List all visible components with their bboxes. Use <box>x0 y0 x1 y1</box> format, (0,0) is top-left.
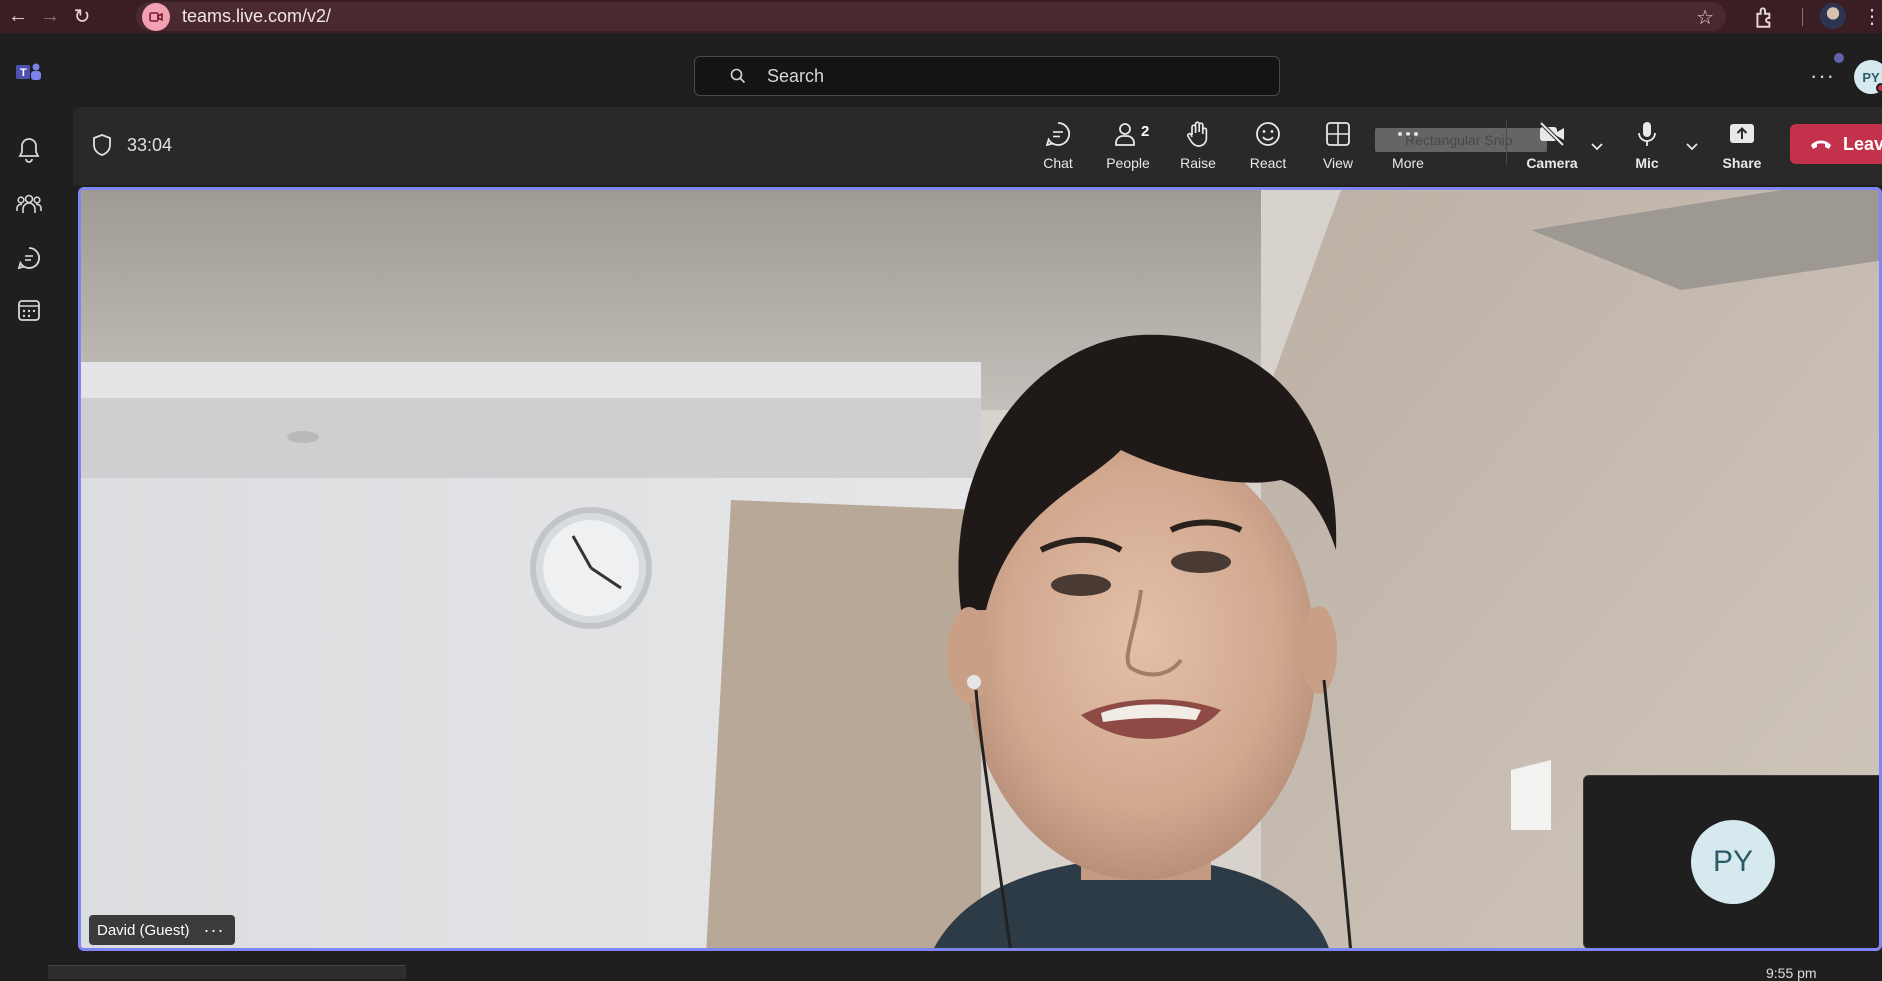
share-label: Share <box>1722 155 1762 171</box>
calendar-icon[interactable] <box>14 295 44 325</box>
activity-bell-icon[interactable] <box>14 135 44 165</box>
reload-icon[interactable]: ↻ <box>68 3 96 31</box>
microphone-icon <box>1638 122 1656 146</box>
people-label: People <box>1106 155 1150 171</box>
bookmark-star-icon[interactable]: ☆ <box>1696 5 1714 30</box>
svg-text:T: T <box>20 67 27 79</box>
raise-hand-button[interactable]: Raise <box>1167 119 1229 177</box>
people-count-badge: 2 <box>1141 123 1150 140</box>
notification-dot <box>1834 53 1844 63</box>
forward-icon[interactable]: → <box>36 3 64 31</box>
mic-button[interactable]: Mic <box>1616 119 1678 177</box>
toolbar-separator <box>1802 8 1803 26</box>
meeting-timer: 33:04 <box>127 135 173 155</box>
leave-button[interactable]: Leave <box>1790 124 1882 164</box>
toolbar-divider <box>1506 121 1507 165</box>
chat-label: Chat <box>1043 155 1073 171</box>
chat-rail-icon[interactable] <box>14 243 44 273</box>
chat-button[interactable]: Chat <box>1027 119 1089 177</box>
back-icon[interactable]: ← <box>4 3 32 31</box>
camera-button[interactable]: Camera <box>1521 119 1583 177</box>
search-input[interactable]: Search <box>694 56 1280 96</box>
mic-label: Mic <box>1635 155 1659 171</box>
camera-off-icon <box>1539 121 1565 147</box>
search-placeholder: Search <box>767 65 825 86</box>
grid-view-icon <box>1326 122 1350 146</box>
shield-icon[interactable] <box>91 133 113 157</box>
emoji-react-icon <box>1256 122 1280 146</box>
app-rail <box>0 105 58 965</box>
communities-icon[interactable] <box>14 189 44 219</box>
presence-status-dot <box>1876 83 1882 93</box>
raise-hand-icon <box>1187 121 1208 147</box>
self-avatar: PY <box>1691 820 1775 904</box>
people-button[interactable]: 2 People <box>1097 119 1159 177</box>
search-icon <box>730 68 746 84</box>
participant-name: David (Guest) <box>97 921 190 939</box>
more-options-icon[interactable]: ··· <box>1810 63 1835 89</box>
share-screen-icon <box>1730 124 1754 143</box>
address-bar[interactable]: teams.live.com/v2/ ☆ <box>136 2 1726 31</box>
participant-video-stage[interactable]: David (Guest) ··· PY <box>78 187 1882 951</box>
taskbar-active-window[interactable] <box>48 965 406 979</box>
raise-label: Raise <box>1180 155 1216 171</box>
teams-header: T Search ··· PY <box>0 33 1882 105</box>
view-button[interactable]: View <box>1307 119 1369 177</box>
browser-menu-icon[interactable]: ⋮ <box>1862 4 1882 29</box>
self-view-tile[interactable]: PY <box>1583 775 1879 948</box>
browser-toolbar: ← → ↻ teams.live.com/v2/ ☆ ⋮ <box>0 0 1882 33</box>
view-label: View <box>1322 155 1354 171</box>
participant-menu-icon[interactable]: ··· <box>204 920 225 941</box>
camera-label: Camera <box>1526 155 1578 171</box>
browser-profile-avatar[interactable] <box>1820 3 1846 29</box>
share-button[interactable]: Share <box>1711 119 1773 177</box>
people-icon <box>1115 123 1135 146</box>
site-favicon-icon <box>142 2 170 31</box>
teams-logo-icon[interactable]: T <box>14 61 44 83</box>
participant-name-tag[interactable]: David (Guest) ··· <box>89 915 235 945</box>
react-label: React <box>1249 155 1287 171</box>
hang-up-icon <box>1810 140 1831 149</box>
more-label: More <box>1392 155 1424 171</box>
os-taskbar: 9:55 pm <box>0 955 1882 981</box>
camera-options-chevron-icon[interactable] <box>1588 137 1606 155</box>
meeting-controls-bar: 33:04 Chat 2 People Raise React View Mor… <box>73 107 1882 185</box>
react-button[interactable]: React <box>1237 119 1299 177</box>
chat-icon <box>1045 122 1070 147</box>
extensions-icon[interactable] <box>1752 4 1778 30</box>
mic-options-chevron-icon[interactable] <box>1683 137 1701 155</box>
url-text[interactable]: teams.live.com/v2/ <box>182 6 331 27</box>
leave-label: Leave <box>1842 133 1882 154</box>
